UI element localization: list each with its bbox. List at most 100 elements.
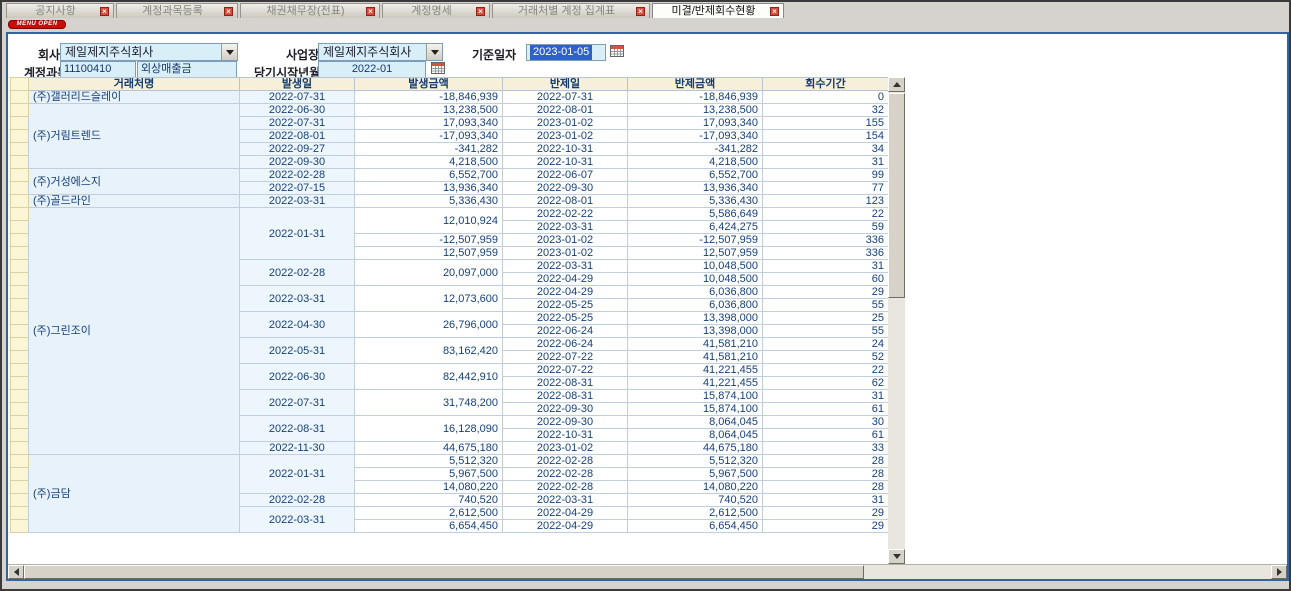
- settle-amount-cell[interactable]: 12,507,959: [628, 247, 763, 260]
- occur-amount-cell[interactable]: 17,093,340: [355, 117, 503, 130]
- settle-amount-cell[interactable]: 13,936,340: [628, 182, 763, 195]
- collection-days-cell[interactable]: 99: [763, 169, 889, 182]
- tab-close-icon[interactable]: ×: [476, 7, 485, 16]
- row-selector-cell[interactable]: [11, 364, 29, 377]
- table-row[interactable]: (주)거성에스지2022-02-286,552,7002022-06-076,5…: [11, 169, 889, 182]
- settle-amount-cell[interactable]: 8,064,045: [628, 416, 763, 429]
- customer-cell[interactable]: (주)금담: [29, 455, 240, 533]
- settle-amount-cell[interactable]: 5,967,500: [628, 468, 763, 481]
- settle-date-cell[interactable]: 2022-03-31: [503, 494, 628, 507]
- settle-date-cell[interactable]: 2023-01-02: [503, 247, 628, 260]
- settle-date-cell[interactable]: 2022-09-30: [503, 416, 628, 429]
- settle-date-cell[interactable]: 2022-08-31: [503, 377, 628, 390]
- col-header-settle-amount[interactable]: 반제금액: [628, 78, 763, 91]
- collection-days-cell[interactable]: 55: [763, 299, 889, 312]
- occur-amount-cell[interactable]: 20,097,000: [355, 260, 503, 286]
- row-selector-cell[interactable]: [11, 442, 29, 455]
- occur-amount-cell[interactable]: 2,612,500: [355, 507, 503, 520]
- settle-date-cell[interactable]: 2022-02-22: [503, 208, 628, 221]
- company-select[interactable]: 제일제지주식회사: [60, 43, 238, 61]
- collection-days-cell[interactable]: 123: [763, 195, 889, 208]
- tab-pending-settlement-status[interactable]: 미결/반제회수현황 ×: [652, 3, 784, 18]
- occur-amount-cell[interactable]: 4,218,500: [355, 156, 503, 169]
- settle-date-cell[interactable]: 2022-07-22: [503, 351, 628, 364]
- collection-days-cell[interactable]: 29: [763, 507, 889, 520]
- tab-close-icon[interactable]: ×: [100, 7, 109, 16]
- occur-date-cell[interactable]: 2022-06-30: [240, 104, 355, 117]
- row-selector-cell[interactable]: [11, 507, 29, 520]
- settle-date-cell[interactable]: 2022-07-22: [503, 364, 628, 377]
- row-selector-cell[interactable]: [11, 195, 29, 208]
- settle-amount-cell[interactable]: 41,581,210: [628, 338, 763, 351]
- occur-amount-cell[interactable]: -341,282: [355, 143, 503, 156]
- occur-amount-cell[interactable]: 16,128,090: [355, 416, 503, 442]
- settle-date-cell[interactable]: 2022-09-30: [503, 182, 628, 195]
- period-start-calendar-button[interactable]: [430, 61, 446, 76]
- occur-date-cell[interactable]: 2022-03-31: [240, 507, 355, 533]
- occur-date-cell[interactable]: 2022-02-28: [240, 260, 355, 286]
- occur-amount-cell[interactable]: 12,507,959: [355, 247, 503, 260]
- occur-amount-cell[interactable]: -12,507,959: [355, 234, 503, 247]
- settle-date-cell[interactable]: 2022-04-29: [503, 286, 628, 299]
- settle-amount-cell[interactable]: 14,080,220: [628, 481, 763, 494]
- collection-days-cell[interactable]: 61: [763, 403, 889, 416]
- collection-days-cell[interactable]: 31: [763, 260, 889, 273]
- row-selector-cell[interactable]: [11, 325, 29, 338]
- row-selector-cell[interactable]: [11, 156, 29, 169]
- tab-close-icon[interactable]: ×: [636, 7, 645, 16]
- settle-date-cell[interactable]: 2022-10-31: [503, 143, 628, 156]
- settle-amount-cell[interactable]: 8,064,045: [628, 429, 763, 442]
- tab-customer-summary[interactable]: 거래처별 계정 집계표 ×: [492, 3, 650, 18]
- settle-amount-cell[interactable]: -17,093,340: [628, 130, 763, 143]
- settle-date-cell[interactable]: 2022-05-25: [503, 299, 628, 312]
- collection-days-cell[interactable]: 31: [763, 390, 889, 403]
- table-row[interactable]: (주)그린조이2022-01-3112,010,9242022-02-225,5…: [11, 208, 889, 221]
- collection-days-cell[interactable]: 62: [763, 377, 889, 390]
- settle-amount-cell[interactable]: 5,336,430: [628, 195, 763, 208]
- collection-days-cell[interactable]: 29: [763, 520, 889, 533]
- table-row[interactable]: (주)거림트렌드2022-06-3013,238,5002022-08-0113…: [11, 104, 889, 117]
- occur-date-cell[interactable]: 2022-07-31: [240, 117, 355, 130]
- occur-amount-cell[interactable]: 82,442,910: [355, 364, 503, 390]
- settle-amount-cell[interactable]: 5,586,649: [628, 208, 763, 221]
- row-selector-cell[interactable]: [11, 273, 29, 286]
- collection-days-cell[interactable]: 25: [763, 312, 889, 325]
- settle-amount-cell[interactable]: 10,048,500: [628, 260, 763, 273]
- collection-days-cell[interactable]: 61: [763, 429, 889, 442]
- collection-days-cell[interactable]: 28: [763, 481, 889, 494]
- collection-days-cell[interactable]: 22: [763, 208, 889, 221]
- collection-days-cell[interactable]: 31: [763, 156, 889, 169]
- settle-date-cell[interactable]: 2022-09-30: [503, 403, 628, 416]
- row-selector-cell[interactable]: [11, 260, 29, 273]
- collection-days-cell[interactable]: 28: [763, 455, 889, 468]
- site-select[interactable]: 제일제지주식회사: [318, 43, 443, 61]
- collection-days-cell[interactable]: 59: [763, 221, 889, 234]
- occur-amount-cell[interactable]: 6,552,700: [355, 169, 503, 182]
- account-code-input[interactable]: 11100410: [60, 61, 136, 78]
- row-selector-cell[interactable]: [11, 104, 29, 117]
- settle-date-cell[interactable]: 2023-01-02: [503, 442, 628, 455]
- occur-date-cell[interactable]: 2022-01-31: [240, 455, 355, 494]
- settle-date-cell[interactable]: 2022-07-31: [503, 91, 628, 104]
- col-header-settle-date[interactable]: 반제일: [503, 78, 628, 91]
- settle-amount-cell[interactable]: 2,612,500: [628, 507, 763, 520]
- period-start-input[interactable]: 2022-01: [318, 61, 426, 78]
- row-selector-cell[interactable]: [11, 403, 29, 416]
- base-date-input[interactable]: 2023-01-05: [526, 44, 606, 61]
- occur-date-cell[interactable]: 2022-08-31: [240, 416, 355, 442]
- settle-date-cell[interactable]: 2022-02-28: [503, 468, 628, 481]
- settle-amount-cell[interactable]: 13,238,500: [628, 104, 763, 117]
- vertical-scrollbar[interactable]: [888, 77, 905, 564]
- occur-amount-cell[interactable]: 31,748,200: [355, 390, 503, 416]
- settle-date-cell[interactable]: 2023-01-02: [503, 130, 628, 143]
- settle-date-cell[interactable]: 2022-10-31: [503, 429, 628, 442]
- occur-date-cell[interactable]: 2022-11-30: [240, 442, 355, 455]
- occur-amount-cell[interactable]: 13,238,500: [355, 104, 503, 117]
- settle-amount-cell[interactable]: 10,048,500: [628, 273, 763, 286]
- settle-amount-cell[interactable]: 41,581,210: [628, 351, 763, 364]
- settle-amount-cell[interactable]: 13,398,000: [628, 325, 763, 338]
- customer-cell[interactable]: (주)거성에스지: [29, 169, 240, 195]
- settle-amount-cell[interactable]: 6,036,800: [628, 286, 763, 299]
- settle-amount-cell[interactable]: 5,512,320: [628, 455, 763, 468]
- occur-date-cell[interactable]: 2022-09-30: [240, 156, 355, 169]
